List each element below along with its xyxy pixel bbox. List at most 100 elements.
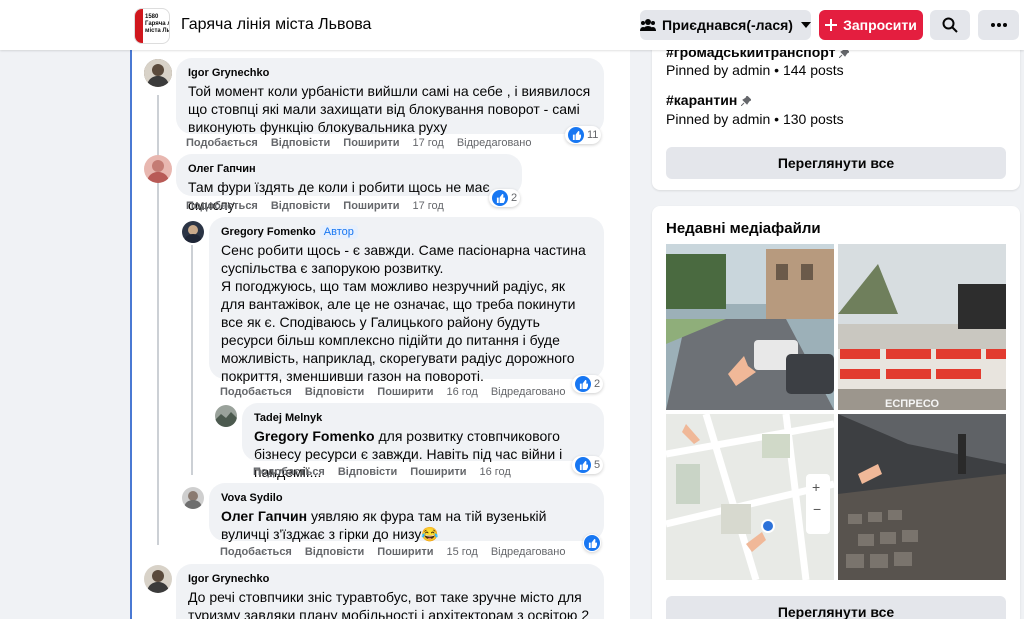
like-link[interactable]: Подобається (186, 137, 258, 149)
reactions-count[interactable]: 11 (565, 126, 602, 144)
comment-actions: Подобається Відповісти Поширити 15 год В… (220, 546, 566, 558)
pinned-topics-card: #громадськийтранспорт Pinned by admin • … (652, 40, 1020, 190)
pin-icon (740, 93, 753, 109)
commenter-name[interactable]: Igor Grynechko (188, 572, 592, 586)
joined-label: Приєднався(-лася) (662, 17, 793, 33)
topic-meta: Pinned by admin • 144 posts (666, 62, 844, 78)
recent-media-title: Недавні медіафайли (666, 220, 821, 237)
share-link[interactable]: Поширити (343, 200, 399, 212)
reactions-number: 2 (594, 378, 601, 390)
mention-link[interactable]: Gregory Fomenko (254, 428, 375, 444)
comment-actions: Подобається Відповісти Поширити 16 год В… (220, 386, 566, 398)
more-icon (990, 23, 1007, 27)
commenter-name[interactable]: Олег Гапчин (188, 162, 510, 176)
search-icon (942, 17, 958, 33)
reactions-number: 5 (594, 459, 601, 471)
plus-icon (825, 19, 838, 31)
avatar[interactable] (182, 487, 204, 509)
like-link[interactable]: Подобається (220, 386, 292, 398)
commenter-name-text[interactable]: Gregory Fomenko (221, 226, 316, 238)
chevron-down-icon (800, 22, 811, 28)
comment-bubble: Igor Grynechko Той момент коли урбаністи… (176, 58, 604, 135)
avatar[interactable] (182, 221, 204, 243)
comment-text: Сенс робити щось - є завжди. Саме пасіон… (221, 242, 586, 384)
commenter-name[interactable]: Vova Sydilo (221, 491, 592, 505)
topic-meta: Pinned by admin • 130 posts (666, 111, 844, 127)
commenter-name[interactable]: Tadej Melnyk (254, 411, 592, 425)
media-thumbnail[interactable] (666, 244, 834, 410)
reply-link[interactable]: Відповісти (305, 546, 364, 558)
share-link[interactable]: Поширити (410, 466, 466, 478)
like-icon (492, 190, 508, 206)
author-badge: Автор (319, 225, 358, 239)
comment-bubble: Олег Гапчин Там фури їздять де коли і ро… (176, 154, 522, 213)
comment-actions: Подобається Відповісти Поширити 16 год (253, 466, 524, 478)
avatar[interactable] (144, 155, 172, 183)
comment-time[interactable]: 17 год (412, 200, 443, 212)
invite-label: Запросити (843, 17, 917, 33)
view-all-topics-button[interactable]: Переглянути все (666, 147, 1006, 179)
group-title[interactable]: Гаряча лінія міста Львова (181, 16, 371, 34)
comment-actions: Подобається Відповісти Поширити 17 год (186, 200, 457, 212)
search-button[interactable] (930, 10, 970, 40)
svg-text:−: − (813, 501, 821, 517)
reply-link[interactable]: Відповісти (338, 466, 397, 478)
commenter-name[interactable]: Igor Grynechko (188, 66, 592, 80)
media-watermark: ЕСПРЕСО (885, 398, 940, 410)
reactions-count[interactable]: 2 (489, 189, 521, 207)
comment-time[interactable]: 15 год (446, 546, 477, 558)
reply-link[interactable]: Відповісти (271, 200, 330, 212)
like-link[interactable]: Подобається (186, 200, 258, 212)
reactions-count[interactable]: 2 (572, 375, 604, 393)
comment-bubble: Vova Sydilo Олег Гапчин уявляю як фура т… (209, 483, 604, 542)
comment-time[interactable]: 16 год (479, 466, 510, 478)
commenter-name: Gregory Fomenko Автор (221, 225, 592, 239)
like-icon (575, 376, 591, 392)
comment-bubble: Tadej Melnyk Gregory Fomenko для розвитк… (242, 403, 604, 480)
reactions-count[interactable]: 5 (572, 456, 604, 474)
group-logo[interactable]: 1580 Гаряча л міста Ль (134, 8, 170, 44)
reactions-number: 11 (587, 129, 599, 141)
like-icon (575, 457, 591, 473)
more-button[interactable] (978, 10, 1019, 40)
top-bar: 1580 Гаряча л міста Ль Гаряча лінія міст… (0, 0, 1024, 50)
group-icon (640, 18, 657, 32)
media-thumbnail[interactable] (838, 414, 1006, 580)
view-all-media-button[interactable]: Переглянути все (666, 596, 1006, 619)
comment-time[interactable]: 16 год (446, 386, 477, 398)
joined-button[interactable]: Приєднався(-лася) (640, 10, 811, 40)
mention-link[interactable]: Олег Гапчин (221, 508, 307, 524)
edited-label: Відредаговано (456, 137, 532, 149)
recent-media-card: Недавні медіафайли ЕСПРЕСО + − Перегляну… (652, 206, 1020, 619)
logo-text: 1580 Гаряча л міста Ль (145, 14, 170, 34)
reply-link[interactable]: Відповісти (305, 386, 364, 398)
comments-feed: Igor Grynechko Той момент коли урбаністи… (130, 50, 630, 619)
reactions-number: 2 (511, 192, 518, 204)
like-icon (584, 535, 600, 551)
like-link[interactable]: Подобається (220, 546, 292, 558)
media-thumbnail[interactable]: ЕСПРЕСО (838, 244, 1006, 410)
invite-button[interactable]: Запросити (819, 10, 923, 40)
comment-bubble: Igor Grynechko До речі стовпчики зніс ту… (176, 564, 604, 619)
topic-tag[interactable]: #карантин (666, 92, 753, 109)
comment-text: Той момент коли урбаністи вийшли самі на… (188, 83, 591, 135)
edited-label: Відредаговано (490, 546, 566, 558)
edited-label: Відредаговано (490, 386, 566, 398)
avatar[interactable] (215, 405, 237, 427)
thread-line (191, 245, 193, 475)
topic-tag-text: #карантин (666, 92, 738, 108)
share-link[interactable]: Поширити (377, 386, 433, 398)
svg-text:+: + (812, 479, 820, 495)
comment-time[interactable]: 17 год (412, 137, 443, 149)
share-link[interactable]: Поширити (343, 137, 399, 149)
comment-text: До речі стовпчики зніс туравтобус, вот т… (188, 589, 590, 619)
reactions-count[interactable] (583, 534, 601, 552)
avatar[interactable] (144, 59, 172, 87)
logo-accent (135, 9, 143, 43)
avatar[interactable] (144, 565, 172, 593)
like-link[interactable]: Подобається (253, 466, 325, 478)
media-thumbnail[interactable]: + − (666, 414, 834, 580)
like-icon (568, 127, 584, 143)
reply-link[interactable]: Відповісти (271, 137, 330, 149)
share-link[interactable]: Поширити (377, 546, 433, 558)
